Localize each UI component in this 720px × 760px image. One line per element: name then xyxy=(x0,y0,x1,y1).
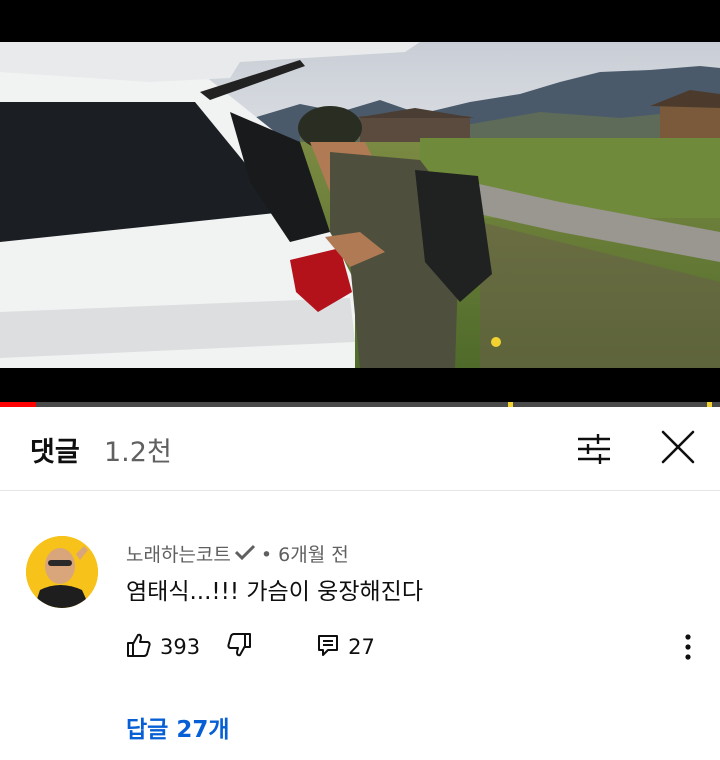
reply-icon xyxy=(316,633,340,662)
reply-button[interactable]: 27 xyxy=(316,633,375,662)
comment-actions: 393 27 xyxy=(126,632,375,662)
comment-item: 노래하는코트 • 6개월 전 염태식...!!! 가슴이 웅장해진다 393 2… xyxy=(0,492,720,760)
view-replies-link[interactable]: 답글 27개 xyxy=(126,710,230,744)
thumbs-down-icon xyxy=(226,632,252,663)
reply-count: 27 xyxy=(348,635,375,659)
verified-check-icon xyxy=(234,543,255,565)
sort-sliders-icon[interactable] xyxy=(576,431,612,471)
video-still-image xyxy=(0,42,720,368)
comment-text: 염태식...!!! 가슴이 웅장해진다 xyxy=(126,579,423,605)
more-vert-icon[interactable] xyxy=(676,632,700,662)
close-icon[interactable] xyxy=(660,429,696,469)
thumbs-up-icon xyxy=(126,632,152,663)
comments-count: 1.2천 xyxy=(104,437,172,468)
video-player[interactable] xyxy=(0,0,720,407)
author-name[interactable]: 노래하는코트 xyxy=(126,540,231,567)
video-frame[interactable] xyxy=(0,42,720,368)
avatar[interactable] xyxy=(26,536,98,608)
comment-time: • 6개월 전 xyxy=(260,544,349,566)
comment-meta: 노래하는코트 • 6개월 전 xyxy=(126,540,349,567)
like-count: 393 xyxy=(160,635,201,659)
comments-title: 댓글 xyxy=(30,437,80,468)
dislike-button[interactable] xyxy=(226,632,252,663)
comments-header: 댓글 1.2천 xyxy=(0,407,720,491)
like-button[interactable]: 393 xyxy=(126,632,200,663)
